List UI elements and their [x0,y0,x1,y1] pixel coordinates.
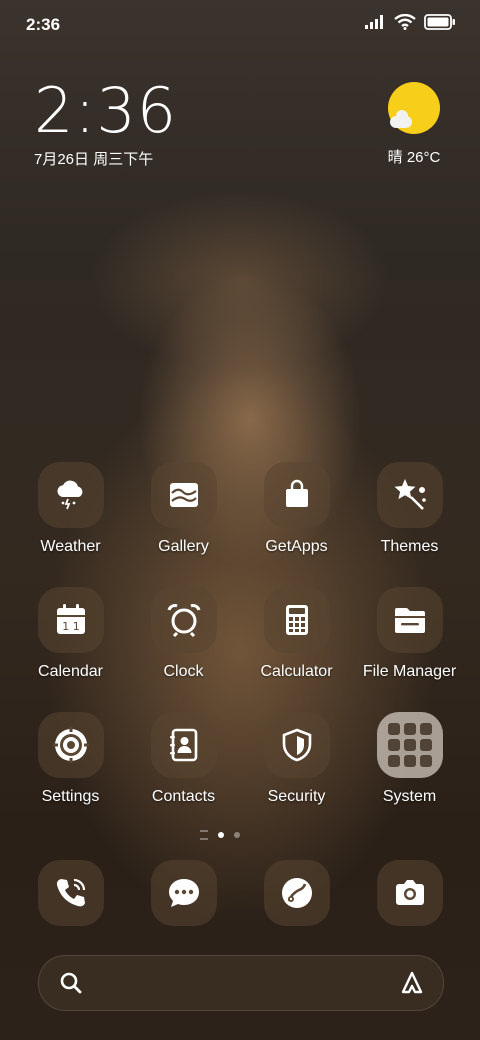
app-calculator[interactable]: Calculator [240,587,353,712]
signal-icon [364,14,386,35]
app-label: Contacts [151,788,216,805]
dock-camera[interactable] [353,860,466,926]
svg-text:1 1: 1 1 [62,620,80,633]
shield-icon [263,712,330,778]
weather-icon [37,462,104,528]
app-contacts[interactable]: Contacts [127,712,240,837]
app-label: Clock [163,663,204,680]
themes-star-icon [376,462,443,528]
weather-widget[interactable]: 晴 26°C [384,82,444,167]
app-clock[interactable]: Clock [127,587,240,712]
status-time: 2:36 [26,15,61,34]
alarm-clock-icon [150,587,217,653]
app-calendar[interactable]: 1 1 Calendar [14,587,127,712]
folder-apps-icon [376,712,443,778]
folder-icon [376,587,443,653]
app-label: Themes [380,538,439,555]
app-row: Weather Gallery GetApps Themes [14,462,466,587]
page-dot [234,832,240,838]
dock [14,860,466,926]
app-label: GetApps [265,538,328,555]
dock-phone[interactable] [14,860,127,926]
app-label: Security [267,788,326,805]
feed-indicator-icon [200,830,208,840]
gallery-icon [150,462,217,528]
widget-date: 7月26日 周三下午 [34,151,154,168]
app-label: Weather [40,538,101,555]
app-grid: Weather Gallery GetApps Themes 1 1 Calen… [14,462,466,837]
widget-time: 2:36 [34,74,178,147]
dock-browser[interactable] [240,860,353,926]
app-getapps[interactable]: GetApps [240,462,353,587]
app-security[interactable]: Security [240,712,353,837]
dock-messages[interactable] [127,860,240,926]
app-label: Gallery [158,538,209,555]
app-weather[interactable]: Weather [14,462,127,587]
camera-icon [376,860,443,926]
app-label: File Manager [362,663,457,680]
browser-icon [263,860,330,926]
weather-text: 晴 26°C [387,149,441,166]
app-row: Settings Contacts Security System [14,712,466,837]
app-label: Settings [41,788,100,805]
clock-widget[interactable]: 2:36 7月26日 周三下午 [34,78,177,169]
app-gallery[interactable]: Gallery [127,462,240,587]
page-indicator[interactable] [200,830,240,840]
calculator-icon [263,587,330,653]
app-row: 1 1 Calendar Clock Calculator File Manag… [14,587,466,712]
status-icons [364,13,456,35]
app-label: System [382,788,437,805]
status-bar: 2:36 [0,0,480,50]
search-bar[interactable] [38,955,444,1011]
search-icon [59,971,83,1000]
app-system-folder[interactable]: System [353,712,466,837]
page-dot-active [218,832,224,838]
assistant-icon[interactable] [399,970,425,1001]
calendar-icon: 1 1 [37,587,104,653]
wifi-icon [394,13,416,35]
messages-icon [150,860,217,926]
battery-icon [424,14,456,35]
shopping-bag-icon [263,462,330,528]
settings-icon [37,712,104,778]
app-themes[interactable]: Themes [353,462,466,587]
contacts-icon [150,712,217,778]
app-file-manager[interactable]: File Manager [353,587,466,712]
app-settings[interactable]: Settings [14,712,127,837]
app-label: Calculator [260,663,333,680]
sunny-cloud-icon [388,82,440,134]
phone-icon [37,860,104,926]
app-label: Calendar [38,663,103,680]
